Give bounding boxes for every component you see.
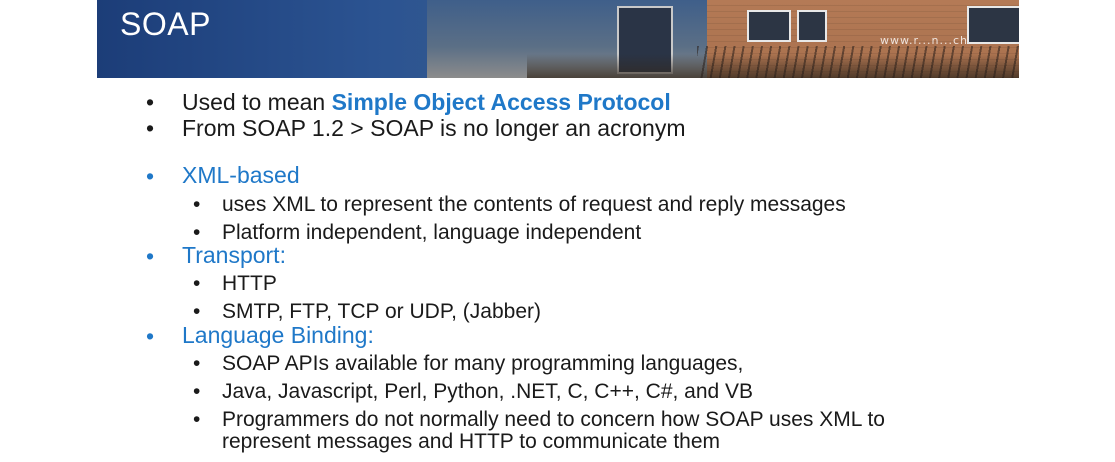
sub-bullet-transport-1: HTTP [222, 272, 277, 295]
sub-bullet-transport-2: SMTP, FTP, TCP or UDP, (Jabber) [222, 300, 541, 323]
bullet-glyph: • [146, 323, 155, 349]
bullet-glyph: • [193, 272, 201, 295]
sub-bullet-binding-3-continued: represent messages and HTTP to communica… [222, 430, 721, 453]
bullet-glyph: • [146, 163, 155, 189]
heading-xml-based: XML-based [182, 162, 300, 188]
bullet-glyph: • [193, 352, 201, 375]
bullet-simple-object: Used to mean Simple Object Access Protoc… [182, 89, 671, 116]
bullet-acronym: From SOAP 1.2 > SOAP is no longer an acr… [182, 115, 686, 141]
bullet-text: Used to mean [182, 89, 332, 115]
heading-transport: Transport: [182, 242, 286, 268]
bullet-glyph: • [193, 300, 201, 323]
highlight-text: Simple Object Access Protocol [331, 89, 671, 115]
sub-bullet-binding-1: SOAP APIs available for many programming… [222, 352, 744, 375]
bullet-glyph: • [146, 115, 155, 141]
bullet-glyph: • [193, 193, 201, 216]
bullet-glyph: • [193, 380, 201, 403]
bullet-glyph: • [146, 89, 155, 115]
sub-bullet-binding-2: Java, Javascript, Perl, Python, .NET, C,… [222, 380, 754, 403]
sub-bullet-binding-3: Programmers do not normally need to conc… [222, 408, 885, 431]
sub-bullet-xml-1: uses XML to represent the contents of re… [222, 193, 846, 216]
slide-content: • Used to mean Simple Object Access Prot… [0, 0, 1115, 462]
heading-language-binding: Language Binding: [182, 322, 374, 348]
bullet-glyph: • [146, 243, 155, 269]
bullet-glyph: • [193, 408, 201, 431]
